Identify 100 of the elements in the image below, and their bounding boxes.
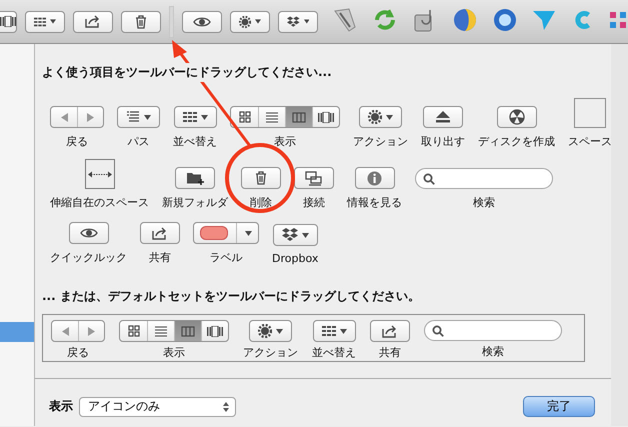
gear-icon xyxy=(239,14,251,28)
item-label: 検索 xyxy=(473,195,495,210)
item-label: アクション xyxy=(353,134,408,149)
popup-value: アイコンのみ xyxy=(88,398,160,415)
column-view-icon xyxy=(292,112,306,122)
share-icon xyxy=(152,226,168,240)
double-arrow-icon xyxy=(88,170,112,178)
path-button[interactable] xyxy=(117,106,160,128)
caret-icon xyxy=(144,114,151,120)
grid-icon xyxy=(34,16,46,26)
item-label: 並べ替え xyxy=(173,134,217,149)
quick-look-button[interactable] xyxy=(68,222,108,244)
item-label: 検索 xyxy=(482,344,504,359)
radiation-icon xyxy=(508,109,524,125)
label-button[interactable] xyxy=(193,222,259,244)
eject-button[interactable] xyxy=(423,106,463,128)
item-label: 情報を見る xyxy=(347,195,402,210)
grid-icon xyxy=(322,326,336,336)
dropbox-button[interactable] xyxy=(272,224,318,246)
arrange-button[interactable] xyxy=(25,10,65,32)
item-label: ラベル xyxy=(210,250,242,265)
dropbox-button[interactable] xyxy=(278,10,318,32)
left-triangle-icon xyxy=(62,326,68,336)
list-icon xyxy=(126,111,140,123)
eject-icon xyxy=(435,111,451,123)
arrange-button[interactable] xyxy=(312,320,356,342)
updown-arrows-icon xyxy=(223,402,229,412)
item-label: Dropbox xyxy=(272,252,318,265)
caret-icon xyxy=(340,328,346,334)
empty-slot xyxy=(169,6,174,38)
arrange-button[interactable] xyxy=(174,106,216,128)
caret-icon xyxy=(50,19,56,24)
action-button[interactable] xyxy=(359,106,402,128)
done-button[interactable]: 完了 xyxy=(523,396,595,417)
search-icon xyxy=(432,324,444,336)
delete-button[interactable] xyxy=(241,167,281,189)
column-view-icon xyxy=(181,326,195,336)
cover-flow-icon xyxy=(207,326,223,336)
view-segment[interactable] xyxy=(174,321,201,341)
caret-icon xyxy=(386,114,393,120)
item-label: 表示 xyxy=(274,134,296,149)
cover-flow-icon xyxy=(318,112,334,122)
item-label: アクション xyxy=(243,345,298,360)
share-button[interactable] xyxy=(370,320,410,342)
item-label: スペース xyxy=(568,134,612,149)
show-label: 表示 xyxy=(49,398,73,415)
search-icon xyxy=(423,172,435,184)
cover-flow-icon xyxy=(0,16,16,27)
action-button[interactable] xyxy=(249,320,292,342)
view-segment[interactable] xyxy=(285,107,312,127)
show-popup[interactable]: アイコンのみ xyxy=(79,396,236,416)
space-box[interactable] xyxy=(574,98,606,128)
item-label: 新規フォルダ xyxy=(162,195,228,210)
search-field[interactable] xyxy=(415,168,553,189)
flexible-space-box[interactable] xyxy=(84,159,114,189)
share-icon xyxy=(85,15,101,28)
item-label: 表示 xyxy=(163,345,185,360)
list-view-icon xyxy=(266,112,278,122)
dropbox-icon xyxy=(287,14,300,28)
trash-icon xyxy=(135,14,147,28)
item-label: 削除 xyxy=(250,195,272,210)
item-label: 伸縮自在のスペース xyxy=(50,195,149,210)
item-label: 共有 xyxy=(379,345,401,360)
search-field[interactable] xyxy=(424,320,562,341)
gear-icon xyxy=(368,110,382,124)
ring-icon xyxy=(492,6,518,32)
action-button[interactable] xyxy=(230,10,270,32)
caret-icon xyxy=(245,230,252,236)
cover-flow-button[interactable] xyxy=(0,10,17,32)
info-icon xyxy=(367,170,382,186)
caret-icon xyxy=(200,114,208,120)
caret-icon xyxy=(276,328,283,334)
icon-view-icon xyxy=(238,111,250,123)
burn-button[interactable] xyxy=(496,106,536,128)
default-set-box[interactable]: 戻る 表示 アクション 並べ替え 共有 検索 xyxy=(42,314,585,362)
item-label: ディスクを作成 xyxy=(478,134,555,149)
item-label: 接続 xyxy=(303,195,325,210)
new-folder-button[interactable] xyxy=(175,167,215,189)
computers-icon xyxy=(305,170,323,186)
item-label: 並べ替え xyxy=(312,345,356,360)
item-label: 取り出す xyxy=(421,134,465,149)
sidebar-highlight xyxy=(0,322,34,342)
delete-button[interactable] xyxy=(121,10,161,32)
icon-view-icon xyxy=(128,325,140,337)
quick-look-button[interactable] xyxy=(182,10,222,32)
eye-icon xyxy=(80,228,98,238)
grid-icon xyxy=(182,112,196,122)
dropbox-icon xyxy=(282,228,298,242)
item-label: 戻る xyxy=(66,134,88,149)
info-button[interactable] xyxy=(354,167,394,189)
connect-button[interactable] xyxy=(294,167,334,189)
caret-icon xyxy=(304,19,309,24)
trash-icon xyxy=(255,171,267,185)
share-icon xyxy=(382,324,398,338)
share-button[interactable] xyxy=(73,10,113,32)
item-label: 戻る xyxy=(67,345,89,360)
item-label: 共有 xyxy=(149,250,171,265)
sync-arrows-icon xyxy=(372,6,398,32)
share-button[interactable] xyxy=(140,222,180,244)
gear-icon xyxy=(258,324,272,338)
